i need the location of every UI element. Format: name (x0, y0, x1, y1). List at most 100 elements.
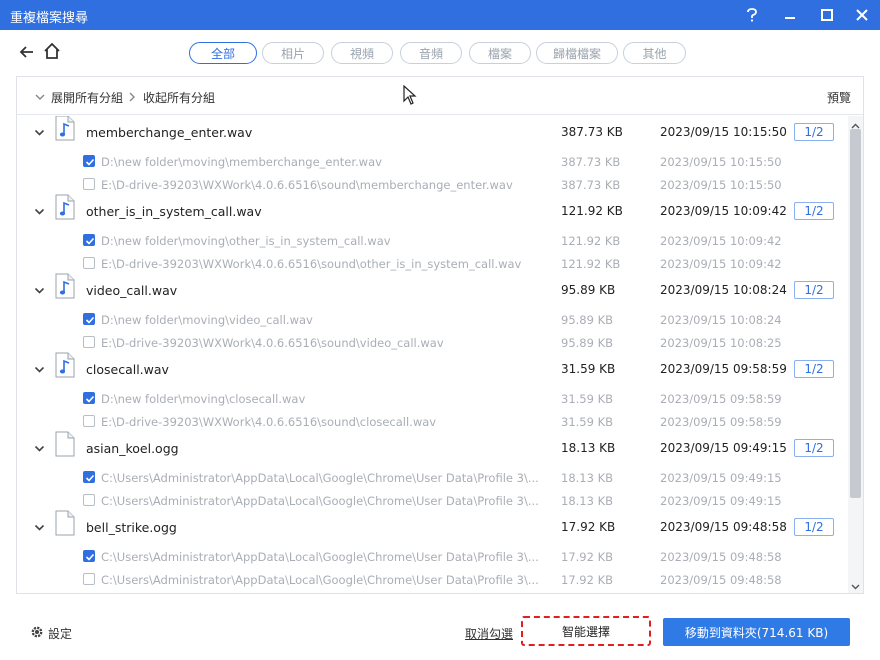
group-row[interactable]: asian_koel.ogg 18.13 KB 2023/09/15 09:49… (17, 431, 847, 460)
help-button[interactable] (734, 0, 770, 30)
checkbox-unchecked[interactable] (83, 256, 95, 269)
chevron-down-icon[interactable] (34, 285, 45, 299)
file-size: 95.89 KB (561, 335, 614, 350)
file-copy-row[interactable]: D:\new folder\moving\other_is_in_system_… (17, 230, 847, 252)
tab-documents[interactable]: 檔案 (469, 42, 531, 64)
checkbox-unchecked[interactable] (83, 414, 95, 427)
vertical-scrollbar[interactable] (848, 116, 863, 593)
chevron-down-icon[interactable] (34, 364, 45, 378)
file-copy-row[interactable]: C:\Users\Administrator\AppData\Local\Goo… (17, 546, 847, 568)
checkbox-checked[interactable] (83, 234, 95, 246)
home-button[interactable] (43, 42, 61, 60)
file-date: 2023/09/15 09:49:15 (660, 493, 782, 508)
file-copy-row[interactable]: E:\D-drive-39203\WXWork\4.0.6.6516\sound… (17, 174, 847, 196)
tab-archives[interactable]: 歸檔檔案 (536, 42, 618, 64)
file-date: 2023/09/15 10:08:24 (660, 313, 782, 327)
group-count-badge[interactable]: 1/2 (794, 439, 834, 457)
scrollbar-thumb[interactable] (850, 129, 861, 498)
scroll-down-icon[interactable] (851, 580, 860, 590)
group-file-name: video_call.wav (86, 283, 178, 298)
file-path: C:\Users\Administrator\AppData\Local\Goo… (101, 493, 539, 508)
maximize-button[interactable] (809, 0, 845, 30)
move-to-folder-button[interactable]: 移動到資料夾(714.61 KB) (663, 618, 850, 646)
checkbox-checked[interactable] (83, 155, 95, 167)
group-file-name: other_is_in_system_call.wav (86, 204, 262, 219)
minimize-button[interactable] (772, 0, 808, 30)
file-copy-row[interactable]: C:\Users\Administrator\AppData\Local\Goo… (17, 569, 847, 591)
file-size: 387.73 KB (561, 155, 621, 169)
file-copy-row[interactable]: D:\new folder\moving\video_call.wav 95.8… (17, 309, 847, 331)
file-date: 2023/09/15 10:15:50 (660, 177, 782, 192)
group-row[interactable]: video_call.wav 95.89 KB 2023/09/15 10:08… (17, 273, 847, 302)
checkbox-checked[interactable] (83, 550, 95, 562)
file-copy-row[interactable]: D:\new folder\moving\closecall.wav 31.59… (17, 388, 847, 410)
chevron-down-icon[interactable] (34, 443, 45, 457)
blank-file-icon (55, 510, 75, 536)
group-file-date: 2023/09/15 10:08:24 (660, 283, 787, 297)
arrow-left-icon (18, 46, 36, 64)
file-date: 2023/09/15 10:09:42 (660, 256, 782, 271)
uncheck-all-link[interactable]: 取消勾選 (465, 625, 513, 642)
tab-others[interactable]: 其他 (623, 42, 686, 64)
file-size: 17.92 KB (561, 550, 614, 564)
settings-label: 設定 (48, 627, 73, 641)
scroll-up-icon[interactable] (851, 120, 860, 129)
question-icon (746, 8, 758, 22)
group-count-badge[interactable]: 1/2 (794, 281, 834, 299)
collapse-all-button[interactable]: 收起所有分組 (127, 89, 215, 106)
checkbox-checked[interactable] (83, 392, 95, 404)
checkbox-checked[interactable] (83, 313, 95, 325)
group-file-date: 2023/09/15 09:49:15 (660, 441, 787, 455)
file-date: 2023/09/15 09:48:58 (660, 572, 782, 587)
audio-file-icon (55, 194, 75, 220)
footer-bar: 設定 取消勾選 智能選擇 移動到資料夾(714.61 KB) (0, 600, 880, 660)
chevron-down-icon[interactable] (34, 206, 45, 220)
file-size: 18.13 KB (561, 471, 614, 485)
tab-audio[interactable]: 音頻 (400, 42, 462, 64)
file-copy-row[interactable]: E:\D-drive-39203\WXWork\4.0.6.6516\sound… (17, 253, 847, 275)
tab-all[interactable]: 全部 (189, 42, 257, 64)
file-date: 2023/09/15 10:08:25 (660, 335, 782, 350)
maximize-icon (821, 9, 833, 21)
group-file-name: asian_koel.ogg (86, 441, 179, 456)
chevron-down-icon[interactable] (34, 522, 45, 536)
checkbox-unchecked[interactable] (83, 493, 95, 506)
file-copy-row[interactable]: E:\D-drive-39203\WXWork\4.0.6.6516\sound… (17, 332, 847, 354)
group-row[interactable]: bell_strike.ogg 17.92 KB 2023/09/15 09:4… (17, 510, 847, 539)
checkbox-checked[interactable] (83, 471, 95, 483)
file-date: 2023/09/15 10:09:42 (660, 234, 782, 248)
group-file-date: 2023/09/15 09:48:58 (660, 520, 787, 534)
file-copy-row[interactable]: C:\Users\Administrator\AppData\Local\Goo… (17, 467, 847, 489)
file-copy-row[interactable]: C:\Users\Administrator\AppData\Local\Goo… (17, 490, 847, 512)
blank-file-icon (55, 431, 75, 457)
expand-all-button[interactable]: 展開所有分組 (35, 89, 123, 106)
group-count-badge[interactable]: 1/2 (794, 360, 834, 378)
file-copy-row[interactable]: D:\new folder\moving\memberchange_enter.… (17, 151, 847, 173)
audio-file-icon (55, 116, 75, 141)
file-copy-row[interactable]: E:\D-drive-39203\WXWork\4.0.6.6516\sound… (17, 411, 847, 433)
home-icon (43, 42, 61, 63)
group-row[interactable]: other_is_in_system_call.wav 121.92 KB 20… (17, 194, 847, 223)
smart-select-button[interactable]: 智能選擇 (521, 616, 651, 646)
file-path: D:\new folder\moving\closecall.wav (101, 392, 306, 406)
group-row[interactable]: memberchange_enter.wav 387.73 KB 2023/09… (17, 116, 847, 144)
chevron-down-icon[interactable] (34, 127, 45, 141)
preview-toggle[interactable]: 預覽 (827, 89, 851, 106)
settings-button[interactable]: 設定 (30, 625, 72, 642)
tab-photos[interactable]: 相片 (262, 42, 324, 64)
close-button[interactable] (844, 0, 880, 30)
file-date: 2023/09/15 09:58:59 (660, 414, 782, 429)
back-button[interactable] (18, 43, 36, 61)
file-date: 2023/09/15 09:58:59 (660, 392, 782, 406)
group-count-badge[interactable]: 1/2 (794, 518, 834, 536)
group-row[interactable]: closecall.wav 31.59 KB 2023/09/15 09:58:… (17, 352, 847, 381)
checkbox-unchecked[interactable] (83, 572, 95, 585)
file-path: D:\new folder\moving\memberchange_enter.… (101, 155, 382, 169)
tab-videos[interactable]: 視頻 (331, 42, 393, 64)
file-size: 387.73 KB (561, 177, 621, 192)
checkbox-unchecked[interactable] (83, 335, 95, 348)
group-count-badge[interactable]: 1/2 (794, 202, 834, 220)
file-size: 95.89 KB (561, 313, 614, 327)
checkbox-unchecked[interactable] (83, 177, 95, 190)
group-count-badge[interactable]: 1/2 (794, 123, 834, 141)
